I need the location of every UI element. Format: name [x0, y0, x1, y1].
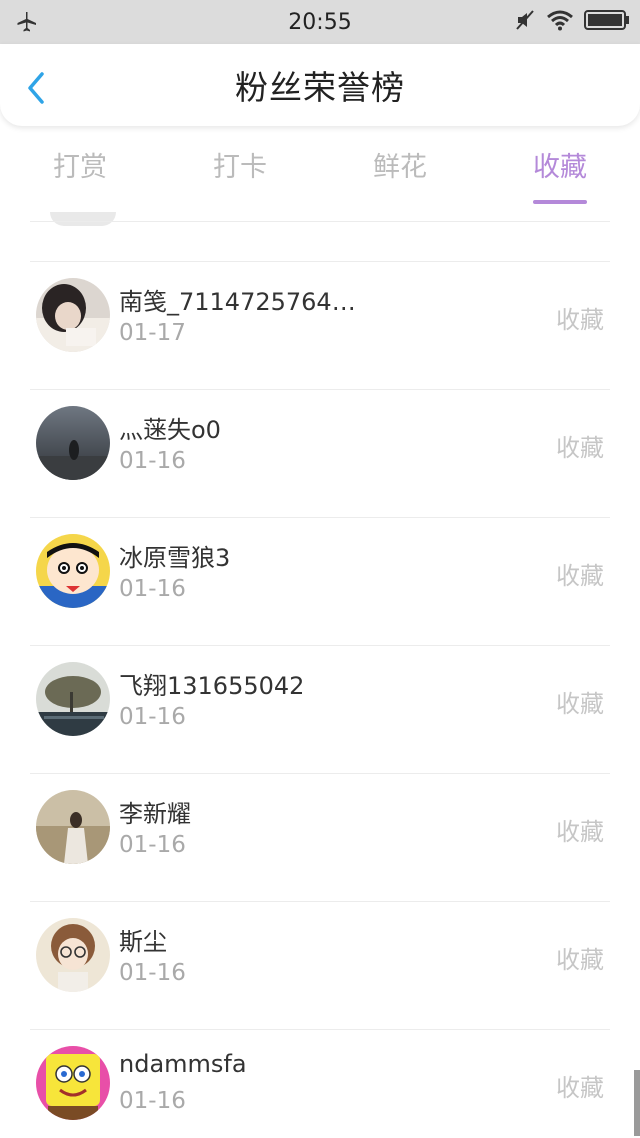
fan-name: 南笺_7114725764… — [119, 288, 356, 316]
favorite-label[interactable]: 收藏 — [556, 300, 604, 335]
favorite-label[interactable]: 收藏 — [556, 684, 604, 719]
favorite-label[interactable]: 收藏 — [556, 428, 604, 463]
fan-date: 01-17 — [119, 320, 186, 346]
fan-name: 李新耀 — [119, 800, 191, 828]
avatar — [36, 534, 110, 608]
fan-name: 斯尘 — [119, 928, 167, 956]
fan-date: 01-16 — [119, 448, 186, 474]
fan-name: 灬蒾失o0 — [119, 416, 221, 444]
fan-name: ndammsfa — [119, 1050, 247, 1078]
avatar — [36, 662, 110, 736]
scrollbar[interactable] — [634, 1070, 640, 1136]
list-item[interactable]: 斯尘 01-16 收藏 — [0, 902, 640, 1030]
fan-date: 01-16 — [119, 832, 186, 858]
fan-date: 01-16 — [119, 1088, 186, 1114]
mute-icon — [514, 9, 536, 35]
fan-name: 冰原雪狼3 — [119, 544, 231, 572]
tab-reward[interactable]: 打赏 — [20, 138, 140, 198]
tab-flowers[interactable]: 鲜花 — [340, 138, 460, 198]
status-bar: 20:55 — [0, 0, 640, 44]
wifi-icon — [546, 9, 574, 35]
list-item[interactable]: 飞翔131655042 01-16 收藏 — [0, 646, 640, 774]
list-item[interactable]: 灬蒾失o0 01-16 收藏 — [0, 390, 640, 518]
fan-date: 01-16 — [119, 960, 186, 986]
tab-favorites[interactable]: 收藏 — [500, 138, 620, 204]
list-item[interactable]: 李新耀 01-16 收藏 — [0, 774, 640, 902]
divider — [30, 221, 610, 222]
avatar — [36, 1046, 110, 1120]
status-time: 20:55 — [288, 9, 352, 35]
chevron-left-icon — [28, 72, 44, 104]
favorite-label[interactable]: 收藏 — [556, 940, 604, 975]
airplane-icon — [14, 10, 38, 34]
list-item[interactable]: 南笺_7114725764… 01-17 收藏 — [0, 262, 640, 390]
list-item[interactable]: ndammsfa 01-16 收藏 — [0, 1030, 640, 1138]
favorite-label[interactable]: 收藏 — [556, 812, 604, 847]
favorite-label[interactable]: 收藏 — [556, 556, 604, 591]
fan-date: 01-16 — [119, 576, 186, 602]
fan-date: 01-16 — [119, 704, 186, 730]
avatar — [36, 918, 110, 992]
avatar — [36, 278, 110, 352]
back-button[interactable] — [22, 70, 52, 106]
avatar — [36, 790, 110, 864]
avatar — [36, 406, 110, 480]
page-title: 粉丝荣誉榜 — [235, 68, 405, 107]
list-item[interactable]: 冰原雪狼3 01-16 收藏 — [0, 518, 640, 646]
battery-icon — [584, 9, 630, 35]
favorite-label[interactable]: 收藏 — [556, 1068, 604, 1103]
avatar — [50, 212, 116, 226]
partial-list-item — [30, 212, 610, 262]
fan-name: 飞翔131655042 — [119, 672, 305, 700]
header-bar: 粉丝荣誉榜 — [0, 44, 640, 126]
tab-checkin[interactable]: 打卡 — [180, 138, 300, 198]
tab-bar: 打赏 打卡 鲜花 收藏 — [0, 130, 640, 206]
